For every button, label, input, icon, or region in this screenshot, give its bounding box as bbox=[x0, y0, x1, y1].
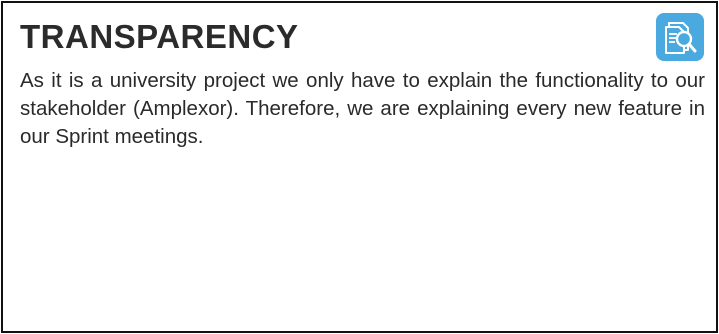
document-search-icon-graphic bbox=[665, 22, 697, 54]
card-title: TRANSPARENCY bbox=[20, 18, 299, 55]
card-body-text: As it is a university project we only ha… bbox=[20, 69, 705, 148]
document-search-icon bbox=[656, 13, 704, 61]
transparency-card: TRANSPARENCY As it is a university proje… bbox=[1, 1, 718, 333]
